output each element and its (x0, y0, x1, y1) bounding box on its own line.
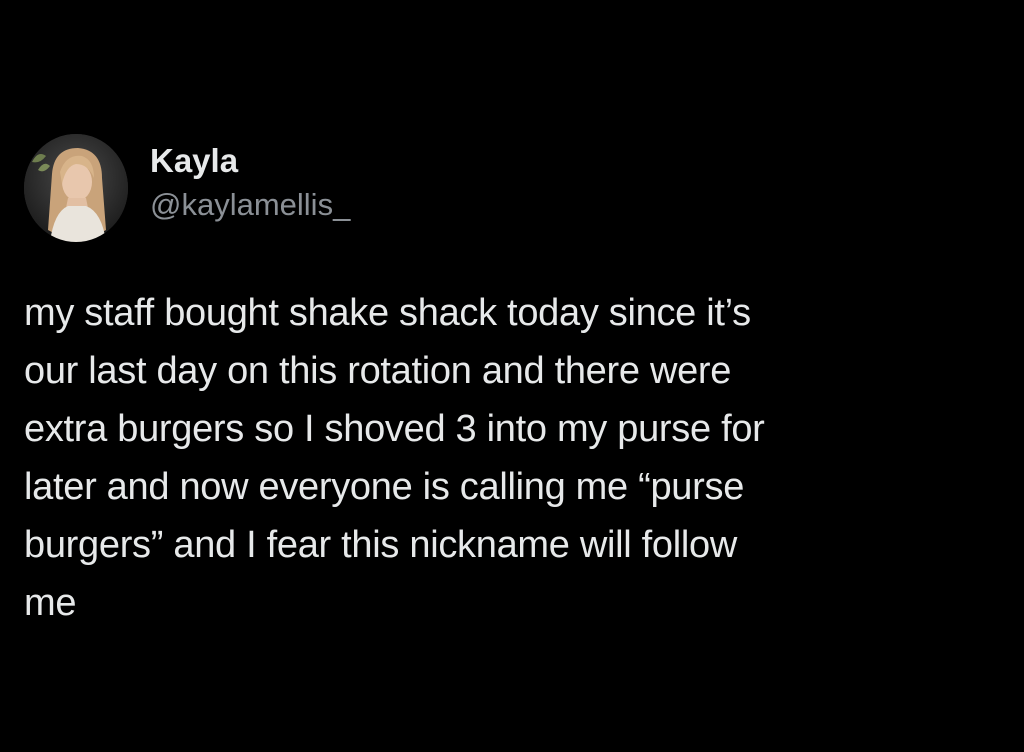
display-name[interactable]: Kayla (150, 141, 350, 181)
tweet-text-line: our last day on this rotation and there … (24, 350, 732, 392)
profile-photo-icon (24, 134, 128, 242)
user-handle[interactable]: @kaylamellis_ (150, 185, 350, 225)
tweet-text-line: burgers” and I fear this nickname will f… (24, 524, 738, 566)
tweet-text-line: my staff bought shake shack today since … (24, 292, 751, 334)
tweet-text-line: me (24, 582, 77, 624)
tweet-text: my staff bought shake shack today since … (24, 284, 984, 632)
tweet-text-line: later and now everyone is calling me “pu… (24, 466, 745, 508)
tweet-text-line: extra burgers so I shoved 3 into my purs… (24, 408, 765, 450)
tweet-screenshot: Kayla @kaylamellis_ my staff bought shak… (0, 0, 1024, 752)
tweet-card: Kayla @kaylamellis_ my staff bought shak… (24, 134, 984, 632)
author-names: Kayla @kaylamellis_ (150, 141, 350, 225)
avatar[interactable] (24, 134, 128, 242)
tweet-author[interactable]: Kayla @kaylamellis_ (24, 134, 984, 242)
